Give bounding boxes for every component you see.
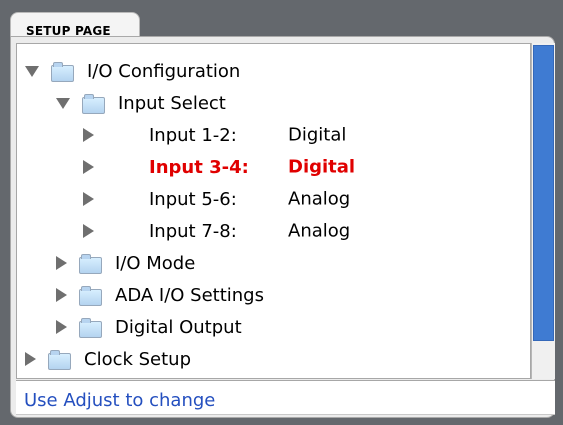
tree-item-label: I/O Mode bbox=[115, 252, 196, 274]
leaf-arrow-icon bbox=[83, 160, 94, 174]
expand-arrow-icon[interactable] bbox=[56, 256, 67, 270]
folder-icon bbox=[82, 93, 105, 114]
tree-item-clock-setup[interactable]: Clock Setup bbox=[25, 344, 191, 374]
folder-icon bbox=[79, 317, 102, 338]
input-value: Digital bbox=[288, 156, 356, 178]
tree-item-label: I/O Configuration bbox=[87, 60, 241, 82]
tree-item-input-select[interactable]: Input Select bbox=[56, 88, 226, 118]
status-message: Use Adjust to change bbox=[24, 390, 216, 411]
leaf-arrow-icon bbox=[83, 224, 94, 238]
expand-arrow-icon[interactable] bbox=[25, 352, 36, 366]
folder-icon bbox=[48, 349, 71, 370]
input-label: Input 5-6: bbox=[149, 188, 237, 210]
input-label: Input 1-2: bbox=[149, 124, 237, 146]
tree-item-label: Input Select bbox=[118, 92, 226, 114]
tree-item-input-7-8[interactable]: Input 7-8: Analog bbox=[83, 216, 413, 246]
tree-item-ada-io-settings[interactable]: ADA I/O Settings bbox=[56, 280, 264, 310]
input-value: Analog bbox=[288, 188, 351, 210]
scrollbar-thumb[interactable] bbox=[533, 45, 554, 341]
input-label: Input 3-4: bbox=[149, 156, 249, 178]
tree-item-label: Digital Output bbox=[115, 316, 242, 338]
folder-icon bbox=[51, 61, 74, 82]
input-label: Input 7-8: bbox=[149, 220, 237, 242]
input-value: Digital bbox=[288, 124, 347, 146]
setup-tree[interactable]: I/O Configuration Input Select Input 1-2… bbox=[16, 43, 531, 379]
tree-item-digital-output[interactable]: Digital Output bbox=[56, 312, 242, 342]
setup-window: SETUP PAGE I/O Configuration Input Selec… bbox=[0, 0, 563, 425]
expand-arrow-icon[interactable] bbox=[56, 97, 70, 109]
tree-item-input-3-4[interactable]: Input 3-4: Digital bbox=[83, 152, 413, 182]
tree-item-label: Clock Setup bbox=[84, 348, 192, 370]
tree-item-input-5-6[interactable]: Input 5-6: Analog bbox=[83, 184, 413, 214]
input-value: Analog bbox=[288, 220, 351, 242]
tree-item-label: ADA I/O Settings bbox=[115, 284, 264, 306]
tree-item-io-mode[interactable]: I/O Mode bbox=[56, 248, 195, 278]
leaf-arrow-icon bbox=[83, 128, 94, 142]
tree-item-input-1-2[interactable]: Input 1-2: Digital bbox=[83, 120, 413, 150]
folder-icon bbox=[79, 285, 102, 306]
expand-arrow-icon[interactable] bbox=[56, 320, 67, 334]
leaf-arrow-icon bbox=[83, 192, 94, 206]
vertical-scrollbar[interactable] bbox=[531, 43, 555, 379]
tree-item-io-configuration[interactable]: I/O Configuration bbox=[25, 56, 240, 86]
expand-arrow-icon[interactable] bbox=[56, 288, 67, 302]
status-bar: Use Adjust to change bbox=[16, 380, 555, 415]
folder-icon bbox=[79, 253, 102, 274]
expand-arrow-icon[interactable] bbox=[25, 65, 39, 77]
